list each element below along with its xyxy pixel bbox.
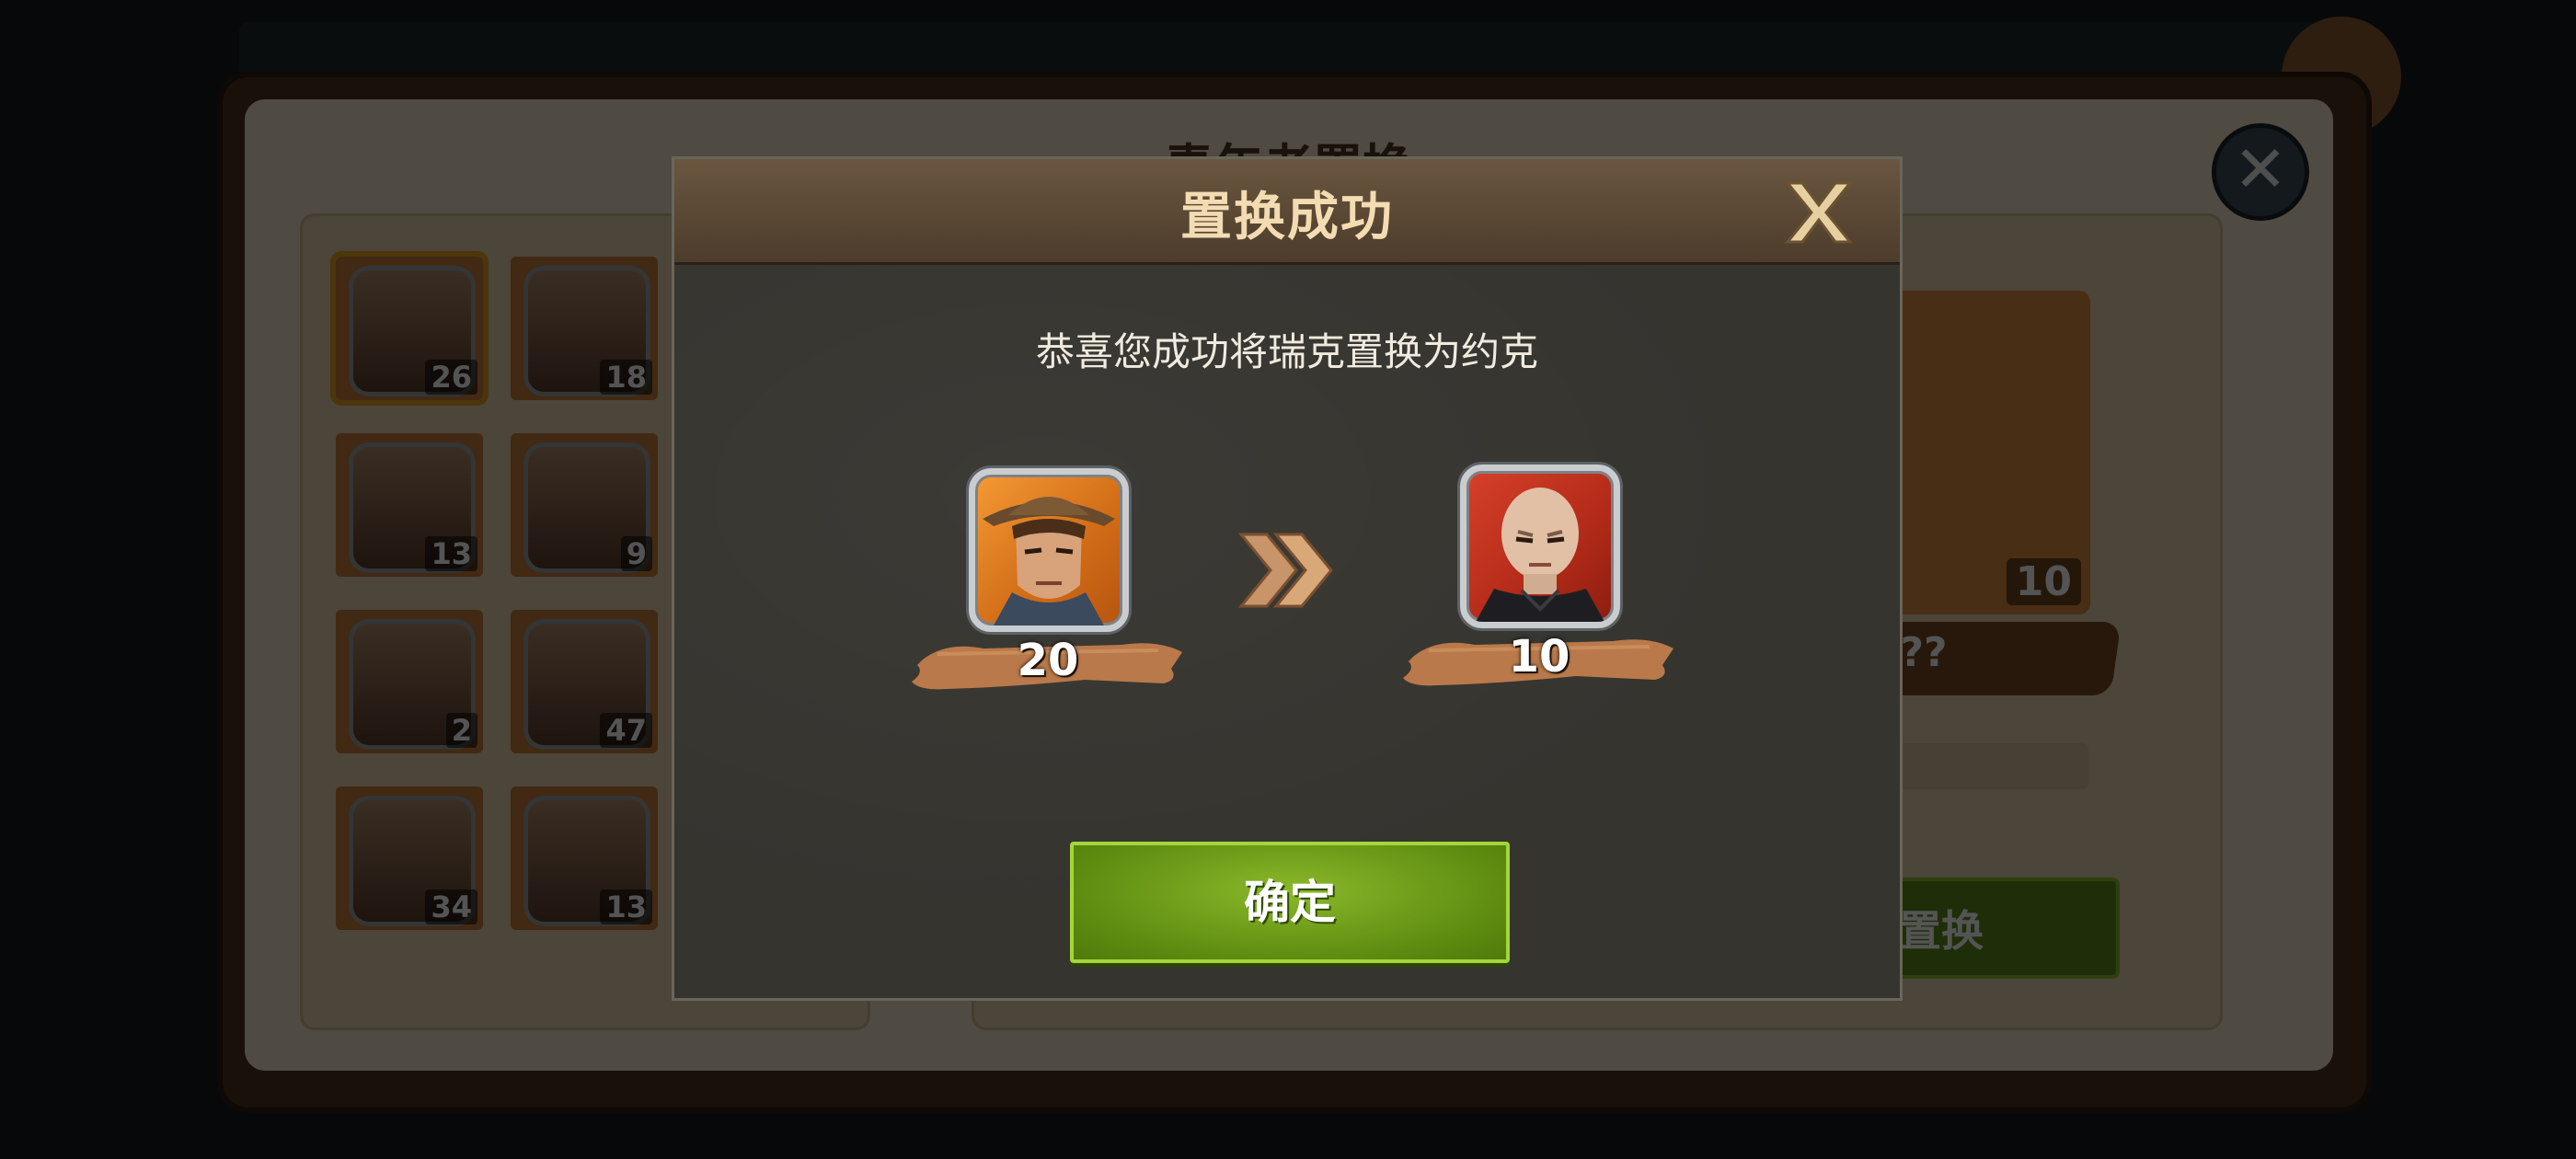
- hero-portrait-cowboy-icon: [969, 468, 1129, 632]
- hero-portrait-bald-icon: [1460, 465, 1620, 628]
- hero-list-item[interactable]: 26: [330, 251, 489, 406]
- from-hero-level: 20: [1017, 635, 1079, 686]
- top-bar: [239, 22, 2337, 77]
- hero-level: 13: [425, 536, 477, 571]
- hero-list-item[interactable]: 2: [336, 610, 483, 753]
- swap-button-label: 置换: [1899, 906, 1984, 956]
- hero-list-item[interactable]: 9: [511, 433, 658, 577]
- hero-level: 9: [620, 536, 652, 571]
- hero-list-item[interactable]: 13: [511, 786, 658, 930]
- dialog-header: 置换成功: [674, 159, 1900, 265]
- close-x-icon[interactable]: [1782, 179, 1856, 246]
- hero-level: 2: [445, 713, 477, 748]
- dialog-title: 置换成功: [1180, 188, 1394, 247]
- success-message: 恭喜您成功将瑞克置换为约克: [1035, 329, 1538, 374]
- to-hero-level: 10: [1508, 631, 1570, 683]
- hero-level: 34: [425, 889, 477, 924]
- hero-list-item[interactable]: 47: [511, 610, 658, 753]
- from-hero-card: 20: [910, 468, 1186, 717]
- hero-level: 13: [600, 889, 652, 924]
- swap-success-dialog: 置换成功 恭喜您成功将瑞克置换为约克 20 10 确定: [672, 156, 1903, 1001]
- panel-close-button[interactable]: ✕: [2212, 123, 2309, 221]
- hero-level: 18: [600, 360, 652, 395]
- confirm-button-label: 确定: [1244, 876, 1336, 929]
- hero-list-item[interactable]: 34: [336, 786, 483, 930]
- to-hero-card: 10: [1401, 465, 1677, 713]
- hero-list-item[interactable]: 18: [511, 257, 658, 400]
- confirm-button[interactable]: 确定: [1070, 842, 1510, 963]
- double-chevron-right-icon: [1237, 533, 1333, 608]
- hero-list-item[interactable]: 13: [336, 433, 483, 577]
- hero-level: 26: [425, 360, 477, 395]
- target-hero-level: 10: [2006, 558, 2081, 605]
- hero-level: 47: [600, 713, 652, 748]
